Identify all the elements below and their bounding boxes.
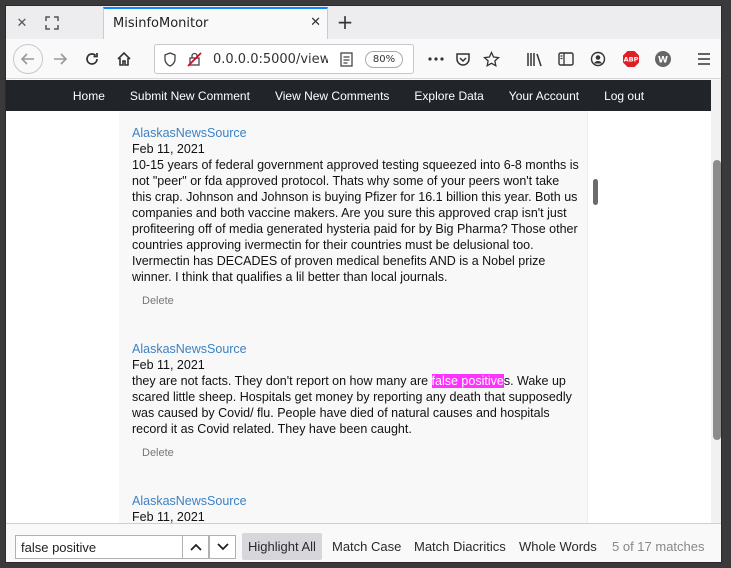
match-diacritics-toggle[interactable]: Match Diacritics <box>408 533 512 560</box>
sidebar-icon[interactable] <box>552 45 580 73</box>
comment-date: Feb 11, 2021 <box>132 510 205 523</box>
url-bar[interactable]: 0.0.0.0:5000/view_a 80% <box>154 44 414 74</box>
svg-text:ABP: ABP <box>624 56 639 64</box>
browser-window: ✕ MisinfoMonitor ✕ + 0.0.0.0:5000/vie 80… <box>5 5 722 563</box>
comment-text-before: they are not facts. They don't report on… <box>132 374 432 388</box>
inner-scrollbar-thumb[interactable] <box>593 179 598 205</box>
find-highlight: false positive <box>431 374 504 388</box>
close-window-icon[interactable]: ✕ <box>10 12 34 34</box>
bookmark-star-icon[interactable] <box>477 45 505 73</box>
comment-card: AlaskasNewsSource Feb 11, 2021 10-15 yea… <box>132 125 582 309</box>
nav-log-out[interactable]: Log out <box>592 80 657 111</box>
page-content: AlaskasNewsSource Feb 11, 2021 10-15 yea… <box>6 111 711 523</box>
back-button[interactable] <box>13 44 43 74</box>
comment-date: Feb 11, 2021 <box>132 142 205 156</box>
account-icon[interactable] <box>584 45 612 73</box>
zoom-level[interactable]: 80% <box>365 51 403 68</box>
match-case-toggle[interactable]: Match Case <box>326 533 407 560</box>
nav-explore-data[interactable]: Explore Data <box>402 80 496 111</box>
page-scrollbar-thumb[interactable] <box>713 160 721 440</box>
reader-view-icon[interactable] <box>340 52 353 67</box>
url-text[interactable]: 0.0.0.0:5000/view_a <box>213 52 328 67</box>
find-input[interactable] <box>15 535 183 559</box>
whole-words-toggle[interactable]: Whole Words <box>513 533 603 560</box>
reload-button[interactable] <box>78 45 106 73</box>
nav-submit-new-comment[interactable]: Submit New Comment <box>117 80 262 111</box>
comment-feed: AlaskasNewsSource Feb 11, 2021 10-15 yea… <box>119 111 588 523</box>
find-next-button[interactable] <box>209 535 236 559</box>
find-bar: Highlight All Match Case Match Diacritic… <box>6 523 721 562</box>
navigation-toolbar: 0.0.0.0:5000/view_a 80% ABP W <box>6 39 721 79</box>
shield-icon[interactable] <box>163 52 177 67</box>
comment-source-link[interactable]: AlaskasNewsSource <box>132 125 582 141</box>
page-actions-icon[interactable] <box>422 45 450 73</box>
fullscreen-icon[interactable] <box>40 12 64 34</box>
comment-card: AlaskasNewsSource Feb 11, 2021 <box>132 493 582 523</box>
highlight-all-toggle[interactable]: Highlight All <box>242 533 322 560</box>
forward-button[interactable] <box>46 45 74 73</box>
tab-title: MisinfoMonitor <box>113 16 209 31</box>
site-navbar: Home Submit New Comment View New Comment… <box>6 80 711 111</box>
new-tab-button[interactable]: + <box>333 10 357 34</box>
page-scrollbar[interactable] <box>711 80 721 523</box>
comment-source-link[interactable]: AlaskasNewsSource <box>132 341 582 357</box>
tab-active[interactable]: MisinfoMonitor ✕ <box>103 7 328 39</box>
pocket-icon[interactable] <box>449 45 477 73</box>
comment-date: Feb 11, 2021 <box>132 358 205 372</box>
menu-icon[interactable] <box>690 45 718 73</box>
find-previous-button[interactable] <box>182 535 209 559</box>
nav-view-new-comments[interactable]: View New Comments <box>262 80 401 111</box>
comment-text: they are not facts. They don't report on… <box>132 373 582 437</box>
comment-source-link[interactable]: AlaskasNewsSource <box>132 493 582 509</box>
library-icon[interactable] <box>520 45 548 73</box>
nav-home[interactable]: Home <box>60 80 117 111</box>
delete-button[interactable]: Delete <box>142 445 582 461</box>
svg-text:W: W <box>658 56 668 66</box>
comment-text: 10-15 years of federal government approv… <box>132 158 579 284</box>
comment-card: AlaskasNewsSource Feb 11, 2021 they are … <box>132 341 582 461</box>
tab-strip: ✕ MisinfoMonitor ✕ + <box>6 6 721 39</box>
tab-close-icon[interactable]: ✕ <box>310 15 321 30</box>
adblock-icon[interactable]: ABP <box>617 45 645 73</box>
nav-your-account[interactable]: Your Account <box>496 80 591 111</box>
insecure-lock-icon[interactable] <box>187 52 202 67</box>
right-sidebar <box>587 111 711 523</box>
delete-button[interactable]: Delete <box>142 293 582 309</box>
home-button[interactable] <box>110 45 138 73</box>
match-count: 5 of 17 matches <box>612 539 705 554</box>
extension-w-icon[interactable]: W <box>649 45 677 73</box>
